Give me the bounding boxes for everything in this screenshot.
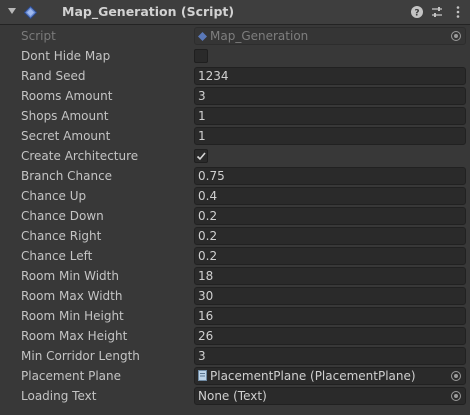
secret-amount-field[interactable]: 1 <box>194 127 466 145</box>
property-row-min-corridor-length: Min Corridor Length 3 <box>0 346 470 366</box>
property-row-room-min-height: Room Min Height 16 <box>0 306 470 326</box>
property-row-rooms-amount: Rooms Amount 3 <box>0 86 470 106</box>
property-label: Chance Down <box>21 209 104 223</box>
property-label: Room Max Width <box>21 289 123 303</box>
inspector-component: Map_Generation (Script) ? Script Map_Gen… <box>0 0 470 415</box>
branch-chance-field[interactable]: 0.75 <box>194 167 466 185</box>
chance-down-field[interactable]: 0.2 <box>194 207 466 225</box>
property-label: Dont Hide Map <box>21 49 111 63</box>
room-min-height-field[interactable]: 16 <box>194 307 466 325</box>
script-field-value: Map_Generation <box>210 29 309 43</box>
script-field: Map_Generation <box>194 27 466 45</box>
object-picker-icon[interactable] <box>451 391 461 401</box>
room-max-width-field[interactable]: 30 <box>194 287 466 305</box>
property-list: Script Map_Generation Dont Hide Map Rand… <box>0 26 470 406</box>
object-picker-icon <box>451 31 461 41</box>
property-row-room-min-width: Room Min Width 18 <box>0 266 470 286</box>
property-row-chance-down: Chance Down 0.2 <box>0 206 470 226</box>
chance-left-field[interactable]: 0.2 <box>194 247 466 265</box>
script-icon <box>24 6 37 19</box>
property-label: Rooms Amount <box>21 89 113 103</box>
fold-arrow-icon[interactable] <box>8 8 16 14</box>
property-label: Placement Plane <box>21 369 122 383</box>
property-label: Loading Text <box>21 389 97 403</box>
property-row-room-max-width: Room Max Width 30 <box>0 286 470 306</box>
property-row-chance-right: Chance Right 0.2 <box>0 226 470 246</box>
script-icon <box>198 32 207 41</box>
component-title: Map_Generation (Script) <box>62 4 235 19</box>
property-label: Branch Chance <box>21 169 113 183</box>
property-label: Chance Left <box>21 249 93 263</box>
min-corridor-length-field[interactable]: 3 <box>194 347 466 365</box>
preset-icon[interactable] <box>430 5 444 19</box>
chance-up-field[interactable]: 0.4 <box>194 187 466 205</box>
checkmark-icon <box>196 152 206 161</box>
component-header[interactable]: Map_Generation (Script) ? <box>0 0 470 25</box>
create-architecture-checkbox[interactable] <box>194 149 208 163</box>
property-label: Shops Amount <box>21 109 109 123</box>
property-label: Rand Seed <box>21 69 86 83</box>
gameobject-icon <box>198 370 207 381</box>
property-row-script: Script Map_Generation <box>0 26 470 46</box>
property-row-placement-plane: Placement Plane PlacementPlane (Placemen… <box>0 366 470 386</box>
dont-hide-map-checkbox[interactable] <box>194 49 208 63</box>
property-row-room-max-height: Room Max Height 26 <box>0 326 470 346</box>
property-row-shops-amount: Shops Amount 1 <box>0 106 470 126</box>
property-row-rand-seed: Rand Seed 1234 <box>0 66 470 86</box>
property-label: Room Max Height <box>21 329 128 343</box>
property-label: Secret Amount <box>21 129 111 143</box>
object-picker-icon[interactable] <box>451 371 461 381</box>
rooms-amount-field[interactable]: 3 <box>194 87 466 105</box>
property-label: Create Architecture <box>21 149 139 163</box>
svg-text:?: ? <box>414 9 419 19</box>
more-options-icon[interactable] <box>451 5 465 19</box>
property-row-secret-amount: Secret Amount 1 <box>0 126 470 146</box>
help-icon[interactable]: ? <box>410 5 424 19</box>
rand-seed-field[interactable]: 1234 <box>194 67 466 85</box>
property-label: Chance Up <box>21 189 87 203</box>
property-row-chance-up: Chance Up 0.4 <box>0 186 470 206</box>
chance-right-field[interactable]: 0.2 <box>194 227 466 245</box>
property-row-create-architecture: Create Architecture <box>0 146 470 166</box>
property-label: Chance Right <box>21 229 102 243</box>
property-label: Room Min Height <box>21 309 124 323</box>
property-row-branch-chance: Branch Chance 0.75 <box>0 166 470 186</box>
placement-plane-value: PlacementPlane (PlacementPlane) <box>210 369 416 383</box>
loading-text-value: None (Text) <box>198 389 267 403</box>
shops-amount-field[interactable]: 1 <box>194 107 466 125</box>
property-label: Room Min Width <box>21 269 119 283</box>
room-min-width-field[interactable]: 18 <box>194 267 466 285</box>
property-row-chance-left: Chance Left 0.2 <box>0 246 470 266</box>
placement-plane-field[interactable]: PlacementPlane (PlacementPlane) <box>194 367 466 385</box>
loading-text-field[interactable]: None (Text) <box>194 387 466 405</box>
property-row-dont-hide-map: Dont Hide Map <box>0 46 470 66</box>
property-label: Script <box>21 29 56 43</box>
property-label: Min Corridor Length <box>21 349 140 363</box>
property-row-loading-text: Loading Text None (Text) <box>0 386 470 406</box>
room-max-height-field[interactable]: 26 <box>194 327 466 345</box>
